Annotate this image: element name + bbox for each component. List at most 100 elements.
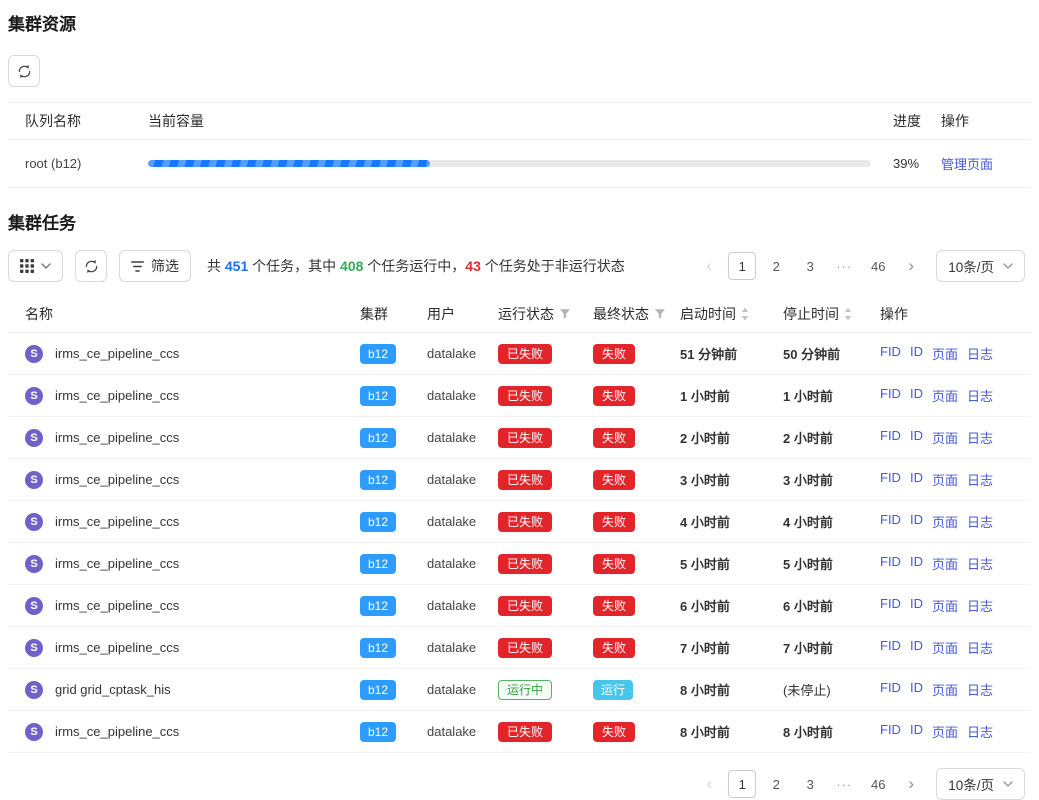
column-header-actions: 操作 — [873, 304, 1031, 324]
page-size-select[interactable]: 10条/页 — [936, 250, 1025, 282]
cluster-badge: b12 — [360, 386, 396, 406]
page-link[interactable]: 页面 — [932, 512, 958, 531]
spark-avatar-icon: S — [25, 597, 43, 615]
id-link[interactable]: ID — [910, 596, 923, 615]
log-link[interactable]: 日志 — [967, 596, 993, 615]
log-link[interactable]: 日志 — [967, 554, 993, 573]
user-name: datalake — [427, 556, 498, 571]
fid-link[interactable]: FID — [880, 470, 901, 489]
filter-funnel-icon[interactable] — [654, 308, 666, 320]
task-name: irms_ce_pipeline_ccs — [55, 472, 179, 487]
table-row: S irms_ce_pipeline_ccs b12 datalake 已失败 … — [8, 333, 1031, 375]
log-link[interactable]: 日志 — [967, 470, 993, 489]
final-status-badge: 失败 — [593, 638, 635, 658]
next-page-button[interactable]: › — [898, 770, 924, 798]
id-link[interactable]: ID — [910, 722, 923, 741]
sort-icon[interactable] — [844, 307, 852, 321]
stop-time: 8 小时前 — [783, 722, 873, 741]
page-link[interactable]: 页面 — [932, 554, 958, 573]
fid-link[interactable]: FID — [880, 512, 901, 531]
stop-time: 50 分钟前 — [783, 344, 873, 363]
fid-link[interactable]: FID — [880, 596, 901, 615]
chevron-down-icon — [1003, 263, 1013, 269]
id-link[interactable]: ID — [910, 680, 923, 699]
page-link[interactable]: 页面 — [932, 470, 958, 489]
page-item-46[interactable]: 46 — [864, 252, 892, 280]
log-link[interactable]: 日志 — [967, 386, 993, 405]
id-link[interactable]: ID — [910, 386, 923, 405]
progress-value: 39% — [871, 156, 941, 171]
log-link[interactable]: 日志 — [967, 344, 993, 363]
refresh-icon — [17, 64, 32, 79]
column-header-progress: 进度 — [871, 111, 941, 131]
page-link[interactable]: 页面 — [932, 344, 958, 363]
manage-page-link[interactable]: 管理页面 — [941, 157, 993, 172]
start-time: 2 小时前 — [680, 428, 783, 447]
page-item-46[interactable]: 46 — [864, 770, 892, 798]
prev-page-button[interactable]: ‹ — [696, 252, 722, 280]
pagination-top: ‹ 1 2 3 ··· 46 › 10条/页 — [696, 250, 1025, 282]
page-link[interactable]: 页面 — [932, 386, 958, 405]
page-link[interactable]: 页面 — [932, 680, 958, 699]
cluster-badge: b12 — [360, 680, 396, 700]
run-status-badge: 已失败 — [498, 596, 552, 616]
fid-link[interactable]: FID — [880, 554, 901, 573]
page-item-3[interactable]: 3 — [796, 252, 824, 280]
page-item-2[interactable]: 2 — [762, 770, 790, 798]
page: 集群资源 队列名称 当前容量 进度 操作 root (b12) — [0, 0, 1039, 790]
page-link[interactable]: 页面 — [932, 722, 958, 741]
id-link[interactable]: ID — [910, 470, 923, 489]
spark-avatar-icon: S — [25, 723, 43, 741]
page-link[interactable]: 页面 — [932, 428, 958, 447]
summary-nonrunning-count: 43 — [465, 258, 481, 274]
filter-button[interactable]: 筛选 — [119, 250, 191, 282]
page-size-select[interactable]: 10条/页 — [936, 768, 1025, 800]
next-page-button[interactable]: › — [898, 252, 924, 280]
user-name: datalake — [427, 724, 498, 739]
header-label: 用户 — [427, 304, 455, 324]
page-link[interactable]: 页面 — [932, 638, 958, 657]
start-time: 1 小时前 — [680, 386, 783, 405]
page-ellipsis[interactable]: ··· — [830, 252, 858, 280]
tasks-refresh-button[interactable] — [75, 250, 107, 282]
prev-page-button[interactable]: ‹ — [696, 770, 722, 798]
page-ellipsis[interactable]: ··· — [830, 770, 858, 798]
page-item-1[interactable]: 1 — [728, 770, 756, 798]
fid-link[interactable]: FID — [880, 638, 901, 657]
page-item-1[interactable]: 1 — [728, 252, 756, 280]
column-header-capacity: 当前容量 — [148, 111, 871, 131]
fid-link[interactable]: FID — [880, 680, 901, 699]
page-item-3[interactable]: 3 — [796, 770, 824, 798]
log-link[interactable]: 日志 — [967, 638, 993, 657]
start-time: 5 小时前 — [680, 554, 783, 573]
fid-link[interactable]: FID — [880, 344, 901, 363]
log-link[interactable]: 日志 — [967, 722, 993, 741]
fid-link[interactable]: FID — [880, 386, 901, 405]
task-name: irms_ce_pipeline_ccs — [55, 430, 179, 445]
sort-icon[interactable] — [741, 307, 749, 321]
id-link[interactable]: ID — [910, 638, 923, 657]
log-link[interactable]: 日志 — [967, 512, 993, 531]
summary-text: 个任务处于非运行状态 — [481, 258, 625, 274]
fid-link[interactable]: FID — [880, 722, 901, 741]
resources-refresh-button[interactable] — [8, 55, 40, 87]
final-status-badge: 失败 — [593, 554, 635, 574]
page-item-2[interactable]: 2 — [762, 252, 790, 280]
column-header-final-status: 最终状态 — [593, 304, 680, 324]
id-link[interactable]: ID — [910, 512, 923, 531]
filter-funnel-icon[interactable] — [559, 308, 571, 320]
cluster-badge: b12 — [360, 344, 396, 364]
capacity-cell — [148, 160, 871, 167]
id-link[interactable]: ID — [910, 554, 923, 573]
page-size-value: 10条/页 — [948, 774, 994, 794]
page-link[interactable]: 页面 — [932, 596, 958, 615]
column-header-actions: 操作 — [941, 111, 1031, 131]
log-link[interactable]: 日志 — [967, 428, 993, 447]
header-label: 运行状态 — [498, 304, 554, 324]
layout-toggle-button[interactable] — [8, 250, 63, 282]
id-link[interactable]: ID — [910, 428, 923, 447]
page-size-value: 10条/页 — [948, 256, 994, 276]
log-link[interactable]: 日志 — [967, 680, 993, 699]
id-link[interactable]: ID — [910, 344, 923, 363]
fid-link[interactable]: FID — [880, 428, 901, 447]
